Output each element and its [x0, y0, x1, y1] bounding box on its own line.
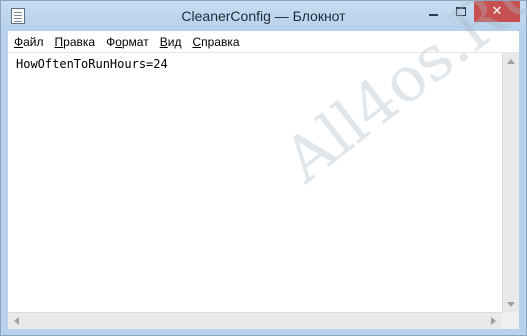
menu-file-label: айл — [23, 34, 44, 49]
menu-format-pre: Ф — [106, 34, 116, 49]
horizontal-scrollbar[interactable] — [8, 312, 502, 329]
menu-edit-accel: П — [54, 34, 64, 49]
scrollbar-corner — [502, 312, 519, 329]
menu-view-accel: В — [159, 34, 168, 49]
menu-view[interactable]: Вид — [160, 35, 182, 49]
menu-file[interactable]: Файл — [14, 35, 44, 49]
notepad-window: CleanerConfig — Блокнот ✕ Файл Правка Фо… — [0, 0, 527, 336]
menu-edit-label: равка — [63, 34, 96, 49]
menu-help-label: правка — [201, 34, 240, 49]
close-icon: ✕ — [491, 4, 503, 19]
text-editor[interactable]: HowOftenToRunHours=24 All4os.RU — [8, 0, 527, 329]
menu-help[interactable]: Справка — [192, 35, 239, 49]
scroll-down-icon[interactable] — [507, 302, 515, 307]
window-controls: ✕ — [420, 1, 520, 22]
menu-format-label: рмат — [121, 34, 149, 49]
menu-help-accel: С — [192, 34, 202, 49]
title-bar[interactable]: CleanerConfig — Блокнот ✕ — [1, 1, 526, 31]
vertical-scrollbar[interactable] — [502, 53, 519, 313]
menu-view-label: ид — [167, 34, 182, 49]
menu-file-accel: Ф — [14, 34, 24, 49]
minimize-icon — [429, 14, 438, 16]
minimize-button[interactable] — [420, 1, 447, 22]
maximize-icon — [455, 7, 466, 16]
menu-format[interactable]: Формат — [106, 35, 149, 49]
maximize-button[interactable] — [447, 1, 474, 22]
menu-edit[interactable]: Правка — [55, 35, 96, 49]
scroll-left-icon[interactable] — [14, 317, 19, 325]
menu-bar: Файл Правка Формат Вид Справка — [8, 31, 519, 52]
document-text[interactable]: HowOftenToRunHours=24 — [16, 57, 168, 71]
close-button[interactable]: ✕ — [474, 1, 520, 22]
scroll-up-icon[interactable] — [507, 59, 515, 64]
menu-format-accel: о — [115, 34, 122, 49]
scroll-right-icon[interactable] — [491, 317, 496, 325]
